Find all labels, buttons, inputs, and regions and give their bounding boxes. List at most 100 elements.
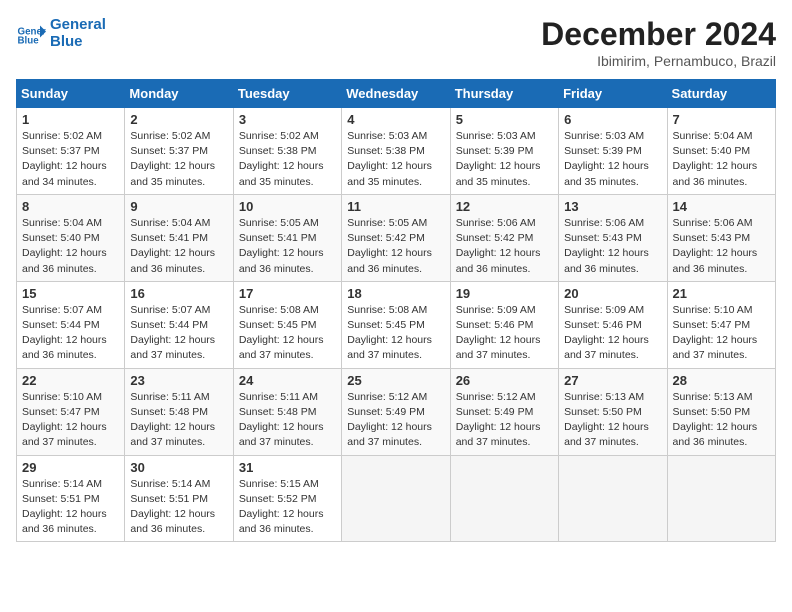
table-row: 20 Sunrise: 5:09 AM Sunset: 5:46 PM Dayl… xyxy=(559,281,667,368)
daylight-label: Daylight: 12 hours and 37 minutes. xyxy=(564,421,649,448)
table-row: 28 Sunrise: 5:13 AM Sunset: 5:50 PM Dayl… xyxy=(667,368,775,455)
sunrise-label: Sunrise: 5:02 AM xyxy=(22,130,102,142)
daylight-label: Daylight: 12 hours and 35 minutes. xyxy=(130,160,215,187)
sunset-label: Sunset: 5:48 PM xyxy=(130,406,208,418)
table-row: 6 Sunrise: 5:03 AM Sunset: 5:39 PM Dayli… xyxy=(559,108,667,195)
day-info: Sunrise: 5:07 AM Sunset: 5:44 PM Dayligh… xyxy=(22,303,119,364)
table-row xyxy=(450,455,558,542)
daylight-label: Daylight: 12 hours and 37 minutes. xyxy=(673,334,758,361)
day-info: Sunrise: 5:15 AM Sunset: 5:52 PM Dayligh… xyxy=(239,477,336,538)
daylight-label: Daylight: 12 hours and 37 minutes. xyxy=(347,421,432,448)
day-number: 18 xyxy=(347,286,444,301)
calendar-week-row: 22 Sunrise: 5:10 AM Sunset: 5:47 PM Dayl… xyxy=(17,368,776,455)
table-row: 1 Sunrise: 5:02 AM Sunset: 5:37 PM Dayli… xyxy=(17,108,125,195)
day-info: Sunrise: 5:05 AM Sunset: 5:42 PM Dayligh… xyxy=(347,216,444,277)
logo: General Blue General Blue xyxy=(16,16,106,51)
table-row: 12 Sunrise: 5:06 AM Sunset: 5:42 PM Dayl… xyxy=(450,194,558,281)
sunrise-label: Sunrise: 5:13 AM xyxy=(564,391,644,403)
sunset-label: Sunset: 5:40 PM xyxy=(22,232,100,244)
day-number: 11 xyxy=(347,199,444,214)
sunrise-label: Sunrise: 5:07 AM xyxy=(22,304,102,316)
day-number: 20 xyxy=(564,286,661,301)
table-row: 8 Sunrise: 5:04 AM Sunset: 5:40 PM Dayli… xyxy=(17,194,125,281)
sunrise-label: Sunrise: 5:13 AM xyxy=(673,391,753,403)
sunset-label: Sunset: 5:46 PM xyxy=(456,319,534,331)
daylight-label: Daylight: 12 hours and 36 minutes. xyxy=(22,247,107,274)
day-info: Sunrise: 5:09 AM Sunset: 5:46 PM Dayligh… xyxy=(564,303,661,364)
day-number: 4 xyxy=(347,112,444,127)
day-number: 8 xyxy=(22,199,119,214)
table-row: 16 Sunrise: 5:07 AM Sunset: 5:44 PM Dayl… xyxy=(125,281,233,368)
sunset-label: Sunset: 5:37 PM xyxy=(130,145,208,157)
day-number: 17 xyxy=(239,286,336,301)
table-row: 9 Sunrise: 5:04 AM Sunset: 5:41 PM Dayli… xyxy=(125,194,233,281)
sunset-label: Sunset: 5:51 PM xyxy=(130,493,208,505)
sunrise-label: Sunrise: 5:15 AM xyxy=(239,478,319,490)
sunrise-label: Sunrise: 5:05 AM xyxy=(239,217,319,229)
table-row: 26 Sunrise: 5:12 AM Sunset: 5:49 PM Dayl… xyxy=(450,368,558,455)
daylight-label: Daylight: 12 hours and 35 minutes. xyxy=(564,160,649,187)
sunrise-label: Sunrise: 5:09 AM xyxy=(456,304,536,316)
col-saturday: Saturday xyxy=(667,80,775,108)
daylight-label: Daylight: 12 hours and 36 minutes. xyxy=(673,421,758,448)
day-info: Sunrise: 5:03 AM Sunset: 5:38 PM Dayligh… xyxy=(347,129,444,190)
daylight-label: Daylight: 12 hours and 37 minutes. xyxy=(456,421,541,448)
table-row: 24 Sunrise: 5:11 AM Sunset: 5:48 PM Dayl… xyxy=(233,368,341,455)
svg-text:Blue: Blue xyxy=(18,36,40,47)
location-subtitle: Ibimirim, Pernambuco, Brazil xyxy=(541,53,776,69)
sunset-label: Sunset: 5:41 PM xyxy=(130,232,208,244)
day-number: 9 xyxy=(130,199,227,214)
table-row: 4 Sunrise: 5:03 AM Sunset: 5:38 PM Dayli… xyxy=(342,108,450,195)
sunrise-label: Sunrise: 5:04 AM xyxy=(22,217,102,229)
daylight-label: Daylight: 12 hours and 37 minutes. xyxy=(22,421,107,448)
daylight-label: Daylight: 12 hours and 36 minutes. xyxy=(22,334,107,361)
daylight-label: Daylight: 12 hours and 36 minutes. xyxy=(239,247,324,274)
table-row: 21 Sunrise: 5:10 AM Sunset: 5:47 PM Dayl… xyxy=(667,281,775,368)
day-number: 3 xyxy=(239,112,336,127)
table-row: 11 Sunrise: 5:05 AM Sunset: 5:42 PM Dayl… xyxy=(342,194,450,281)
sunrise-label: Sunrise: 5:10 AM xyxy=(673,304,753,316)
col-monday: Monday xyxy=(125,80,233,108)
calendar-week-row: 1 Sunrise: 5:02 AM Sunset: 5:37 PM Dayli… xyxy=(17,108,776,195)
sunrise-label: Sunrise: 5:14 AM xyxy=(22,478,102,490)
sunrise-label: Sunrise: 5:03 AM xyxy=(456,130,536,142)
sunset-label: Sunset: 5:37 PM xyxy=(22,145,100,157)
day-number: 31 xyxy=(239,460,336,475)
table-row: 7 Sunrise: 5:04 AM Sunset: 5:40 PM Dayli… xyxy=(667,108,775,195)
day-info: Sunrise: 5:14 AM Sunset: 5:51 PM Dayligh… xyxy=(130,477,227,538)
table-row: 2 Sunrise: 5:02 AM Sunset: 5:37 PM Dayli… xyxy=(125,108,233,195)
day-number: 2 xyxy=(130,112,227,127)
day-number: 12 xyxy=(456,199,553,214)
sunset-label: Sunset: 5:44 PM xyxy=(130,319,208,331)
daylight-label: Daylight: 12 hours and 36 minutes. xyxy=(239,508,324,535)
logo-text-line1: General xyxy=(50,16,106,33)
day-info: Sunrise: 5:12 AM Sunset: 5:49 PM Dayligh… xyxy=(347,390,444,451)
day-info: Sunrise: 5:12 AM Sunset: 5:49 PM Dayligh… xyxy=(456,390,553,451)
table-row: 29 Sunrise: 5:14 AM Sunset: 5:51 PM Dayl… xyxy=(17,455,125,542)
sunrise-label: Sunrise: 5:02 AM xyxy=(239,130,319,142)
logo-icon: General Blue xyxy=(16,18,46,48)
sunset-label: Sunset: 5:39 PM xyxy=(456,145,534,157)
day-info: Sunrise: 5:10 AM Sunset: 5:47 PM Dayligh… xyxy=(22,390,119,451)
daylight-label: Daylight: 12 hours and 36 minutes. xyxy=(22,508,107,535)
table-row: 5 Sunrise: 5:03 AM Sunset: 5:39 PM Dayli… xyxy=(450,108,558,195)
day-info: Sunrise: 5:07 AM Sunset: 5:44 PM Dayligh… xyxy=(130,303,227,364)
sunrise-label: Sunrise: 5:07 AM xyxy=(130,304,210,316)
day-number: 5 xyxy=(456,112,553,127)
daylight-label: Daylight: 12 hours and 36 minutes. xyxy=(673,247,758,274)
day-info: Sunrise: 5:04 AM Sunset: 5:40 PM Dayligh… xyxy=(673,129,770,190)
sunrise-label: Sunrise: 5:14 AM xyxy=(130,478,210,490)
table-row: 14 Sunrise: 5:06 AM Sunset: 5:43 PM Dayl… xyxy=(667,194,775,281)
day-info: Sunrise: 5:03 AM Sunset: 5:39 PM Dayligh… xyxy=(564,129,661,190)
sunset-label: Sunset: 5:47 PM xyxy=(22,406,100,418)
table-row: 23 Sunrise: 5:11 AM Sunset: 5:48 PM Dayl… xyxy=(125,368,233,455)
daylight-label: Daylight: 12 hours and 37 minutes. xyxy=(456,334,541,361)
day-info: Sunrise: 5:05 AM Sunset: 5:41 PM Dayligh… xyxy=(239,216,336,277)
day-info: Sunrise: 5:11 AM Sunset: 5:48 PM Dayligh… xyxy=(239,390,336,451)
daylight-label: Daylight: 12 hours and 36 minutes. xyxy=(456,247,541,274)
day-info: Sunrise: 5:02 AM Sunset: 5:37 PM Dayligh… xyxy=(130,129,227,190)
sunset-label: Sunset: 5:42 PM xyxy=(347,232,425,244)
day-info: Sunrise: 5:08 AM Sunset: 5:45 PM Dayligh… xyxy=(239,303,336,364)
day-info: Sunrise: 5:13 AM Sunset: 5:50 PM Dayligh… xyxy=(564,390,661,451)
day-info: Sunrise: 5:13 AM Sunset: 5:50 PM Dayligh… xyxy=(673,390,770,451)
